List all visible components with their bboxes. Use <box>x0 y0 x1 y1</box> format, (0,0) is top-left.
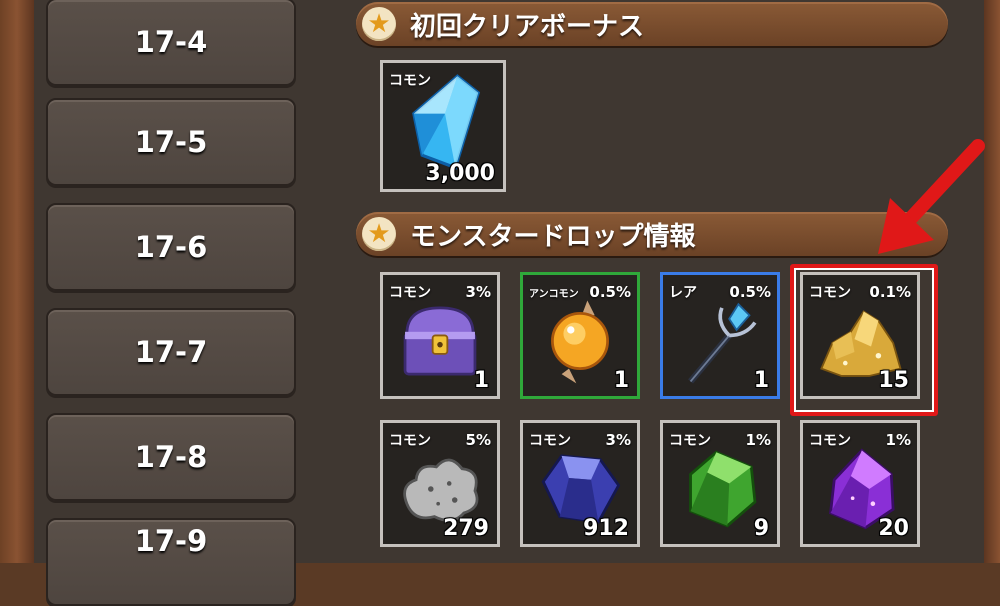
drop-rate: 5% <box>465 431 491 449</box>
item-quantity: 1 <box>613 368 629 393</box>
drop-item-sapphire[interactable]: コモン 3% 912 <box>520 420 640 547</box>
drop-rate: 0.5% <box>729 283 771 301</box>
right-frame <box>984 0 1000 563</box>
rarity-label: コモン <box>389 73 431 89</box>
stage-label: 17-7 <box>134 335 208 369</box>
drop-item-silver-ore[interactable]: コモン 5% 279 <box>380 420 500 547</box>
drop-rate: 1% <box>745 431 771 449</box>
item-quantity: 20 <box>878 516 909 541</box>
item-quantity: 3,000 <box>425 161 495 186</box>
drop-item-amethyst[interactable]: コモン 1% 20 <box>800 420 920 547</box>
highlight-box <box>790 264 938 416</box>
stage-button-17-6[interactable]: 17-6 <box>46 203 296 291</box>
drop-item-orb[interactable]: アンコモン 0.5% 1 <box>520 272 640 399</box>
item-quantity: 9 <box>753 516 769 541</box>
stage-label: 17-6 <box>134 230 208 264</box>
star-icon: ★ <box>362 7 396 41</box>
stage-button-17-8[interactable]: 17-8 <box>46 413 296 501</box>
star-icon: ★ <box>362 217 396 251</box>
rarity-label: レア <box>669 285 697 301</box>
rarity-label: コモン <box>669 433 711 449</box>
first-clear-title: 初回クリアボーナス <box>410 11 645 42</box>
stage-label: 17-5 <box>134 125 208 159</box>
rarity-label: コモン <box>389 433 431 449</box>
monster-drop-header: ★ モンスタードロップ情報 <box>356 212 948 256</box>
rarity-label: コモン <box>529 433 571 449</box>
rarity-label: アンコモン <box>529 289 579 300</box>
left-frame <box>0 0 34 563</box>
red-arrow-icon <box>878 139 985 254</box>
drop-rate: 3% <box>605 431 631 449</box>
item-quantity: 279 <box>443 516 489 541</box>
first-clear-item[interactable]: コモン 3,000 <box>380 60 506 192</box>
drop-rate: 1% <box>885 431 911 449</box>
stage-label: 17-9 <box>134 524 208 558</box>
stage-button-17-9[interactable]: 17-9 <box>46 518 296 606</box>
drop-item-staff[interactable]: レア 0.5% 1 <box>660 272 780 399</box>
item-quantity: 1 <box>753 368 769 393</box>
drop-item-chest[interactable]: コモン 3% 1 <box>380 272 500 399</box>
drop-rate: 3% <box>465 283 491 301</box>
rarity-label: コモン <box>389 285 431 301</box>
stage-label: 17-4 <box>134 25 208 59</box>
stage-button-17-7[interactable]: 17-7 <box>46 308 296 396</box>
stage-button-17-5[interactable]: 17-5 <box>46 98 296 186</box>
stage-button-17-4[interactable]: 17-4 <box>46 0 296 86</box>
item-quantity: 912 <box>583 516 629 541</box>
item-quantity: 1 <box>473 368 489 393</box>
first-clear-header: ★ 初回クリアボーナス <box>356 2 948 46</box>
rarity-label: コモン <box>809 433 851 449</box>
drop-rate: 0.5% <box>589 283 631 301</box>
stage-label: 17-8 <box>134 440 208 474</box>
monster-drop-title: モンスタードロップ情報 <box>410 221 696 252</box>
drop-item-emerald[interactable]: コモン 1% 9 <box>660 420 780 547</box>
